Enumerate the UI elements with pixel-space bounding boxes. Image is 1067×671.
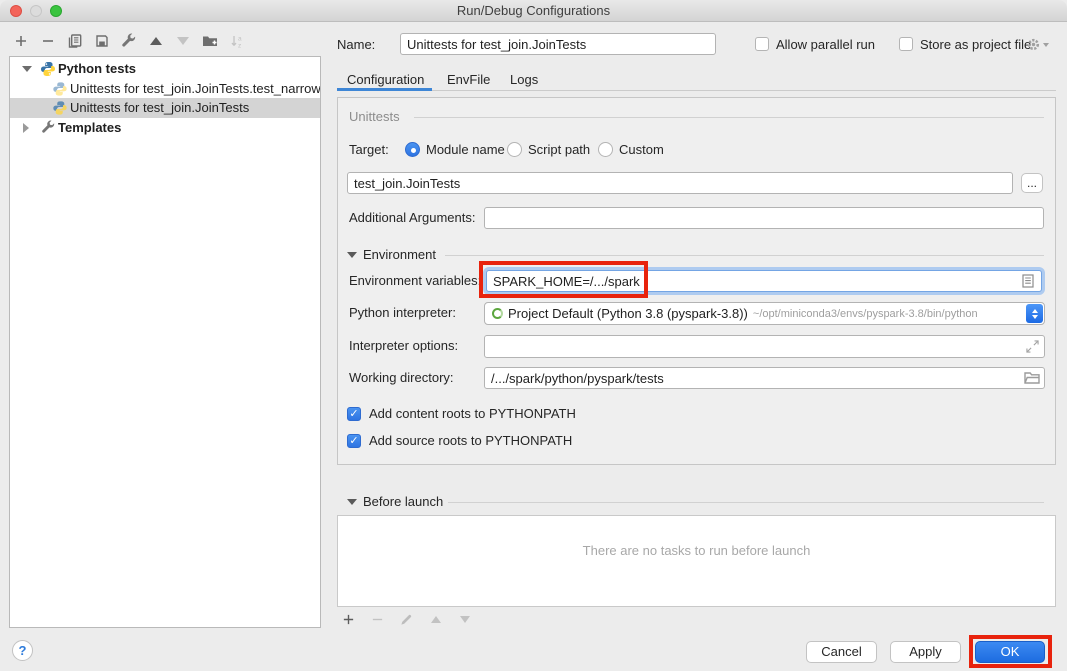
- python-test-icon: [52, 100, 67, 115]
- tree-item-label: Python tests: [58, 61, 136, 76]
- target-script-path-label: Script path: [528, 142, 590, 158]
- expand-field-icon[interactable]: [1026, 340, 1039, 358]
- python-test-icon: [52, 81, 67, 96]
- edit-task-icon: [398, 611, 415, 628]
- tabs-divider: [337, 90, 1056, 91]
- svg-text:z: z: [238, 42, 241, 48]
- additional-arguments-label: Additional Arguments:: [349, 210, 475, 226]
- svg-text:a: a: [238, 35, 242, 42]
- conda-environment-icon: [492, 308, 503, 319]
- before-launch-empty-text: There are no tasks to run before launch: [338, 543, 1055, 558]
- tab-envfile[interactable]: EnvFile: [447, 72, 490, 87]
- group-divider: [448, 502, 1044, 503]
- edit-templates-icon[interactable]: [120, 32, 137, 49]
- tree-item-unittests-test-narrow[interactable]: Unittests for test_join.JoinTests.test_n…: [10, 79, 320, 99]
- before-launch-label: Before launch: [363, 494, 443, 510]
- collapse-before-launch-icon[interactable]: [347, 499, 357, 505]
- move-task-down-icon: [456, 611, 473, 628]
- python-interpreter-label: Python interpreter:: [349, 305, 456, 321]
- target-script-path-radio[interactable]: [507, 142, 522, 157]
- tab-configuration[interactable]: Configuration: [347, 72, 424, 87]
- add-source-roots-label: Add source roots to PYTHONPATH: [369, 433, 572, 449]
- python-interpreter-path: ~/opt/miniconda3/envs/pyspark-3.8/bin/py…: [753, 308, 978, 320]
- environment-variables-label: Environment variables:: [349, 273, 481, 289]
- python-icon: [40, 61, 56, 77]
- tree-item-label: Templates: [58, 120, 121, 135]
- python-interpreter-value: Project Default (Python 3.8 (pyspark-3.8…: [508, 306, 748, 321]
- additional-arguments-input[interactable]: [484, 207, 1044, 229]
- configurations-tree: Python tests Unittests for test_join.Joi…: [9, 56, 321, 628]
- add-content-roots-checkbox[interactable]: [347, 407, 361, 421]
- unittests-group-label: Unittests: [349, 109, 400, 125]
- target-module-name-label: Module name: [426, 142, 505, 158]
- working-directory-label: Working directory:: [349, 370, 454, 386]
- copy-icon[interactable]: [66, 32, 83, 49]
- move-up-icon[interactable]: [147, 32, 164, 49]
- tree-item-templates[interactable]: Templates: [10, 118, 320, 138]
- tab-logs[interactable]: Logs: [510, 72, 538, 87]
- cancel-button[interactable]: Cancel: [806, 641, 877, 663]
- title-bar: Run/Debug Configurations: [0, 0, 1067, 22]
- store-as-project-file-label: Store as project file: [920, 37, 1031, 53]
- interpreter-options-label: Interpreter options:: [349, 338, 458, 354]
- environment-variables-input[interactable]: [486, 270, 1042, 292]
- sort-alphabetically-icon: az: [228, 32, 245, 49]
- store-as-project-file-checkbox[interactable]: [899, 37, 913, 51]
- target-custom-label: Custom: [619, 142, 664, 158]
- add-icon[interactable]: [12, 32, 29, 49]
- before-launch-task-list: There are no tasks to run before launch: [337, 515, 1056, 607]
- before-launch-toolbar: [340, 611, 473, 628]
- name-label: Name:: [337, 37, 375, 53]
- tree-item-label: Unittests for test_join.JoinTests: [70, 100, 249, 115]
- target-label: Target:: [349, 142, 389, 158]
- browse-environment-variables-icon[interactable]: [1022, 274, 1034, 293]
- ok-button[interactable]: OK: [975, 641, 1045, 663]
- save-icon[interactable]: [93, 32, 110, 49]
- window-title: Run/Debug Configurations: [0, 3, 1067, 18]
- working-directory-input[interactable]: [484, 367, 1045, 389]
- target-input[interactable]: [347, 172, 1013, 194]
- configurations-toolbar: az: [12, 32, 245, 49]
- add-content-roots-label: Add content roots to PYTHONPATH: [369, 406, 576, 422]
- wrench-icon: [41, 120, 57, 136]
- add-source-roots-checkbox[interactable]: [347, 434, 361, 448]
- dropdown-stepper-icon[interactable]: [1026, 304, 1043, 323]
- tree-item-unittests-jointests-selected[interactable]: Unittests for test_join.JoinTests: [10, 98, 320, 118]
- gear-icon[interactable]: [1026, 37, 1041, 57]
- browse-folder-icon[interactable]: [1024, 371, 1040, 389]
- tree-item-python-tests[interactable]: Python tests: [10, 59, 320, 79]
- apply-button[interactable]: Apply: [890, 641, 961, 663]
- remove-task-icon: [369, 611, 386, 628]
- allow-parallel-run-label: Allow parallel run: [776, 37, 875, 53]
- chevron-down-icon: [1043, 43, 1049, 47]
- python-interpreter-select[interactable]: Project Default (Python 3.8 (pyspark-3.8…: [484, 302, 1045, 325]
- active-tab-underline: [337, 88, 432, 91]
- group-divider: [414, 117, 1044, 118]
- name-input[interactable]: [400, 33, 716, 55]
- target-module-name-radio[interactable]: [405, 142, 420, 157]
- tree-item-label: Unittests for test_join.JoinTests.test_n…: [70, 81, 320, 96]
- run-debug-configurations-dialog: Run/Debug Configurations az Python tests: [0, 0, 1067, 671]
- chevron-down-icon[interactable]: [22, 66, 32, 72]
- allow-parallel-run-checkbox[interactable]: [755, 37, 769, 51]
- chevron-right-icon[interactable]: [23, 123, 29, 133]
- remove-icon[interactable]: [39, 32, 56, 49]
- help-button[interactable]: ?: [12, 640, 33, 661]
- new-folder-icon[interactable]: [201, 32, 218, 49]
- move-down-icon: [174, 32, 191, 49]
- collapse-environment-icon[interactable]: [347, 252, 357, 258]
- browse-target-button[interactable]: ...: [1021, 173, 1043, 193]
- interpreter-options-input[interactable]: [484, 335, 1045, 358]
- move-task-up-icon: [427, 611, 444, 628]
- target-custom-radio[interactable]: [598, 142, 613, 157]
- group-divider: [445, 255, 1044, 256]
- add-task-icon[interactable]: [340, 611, 357, 628]
- environment-group-label: Environment: [363, 247, 436, 263]
